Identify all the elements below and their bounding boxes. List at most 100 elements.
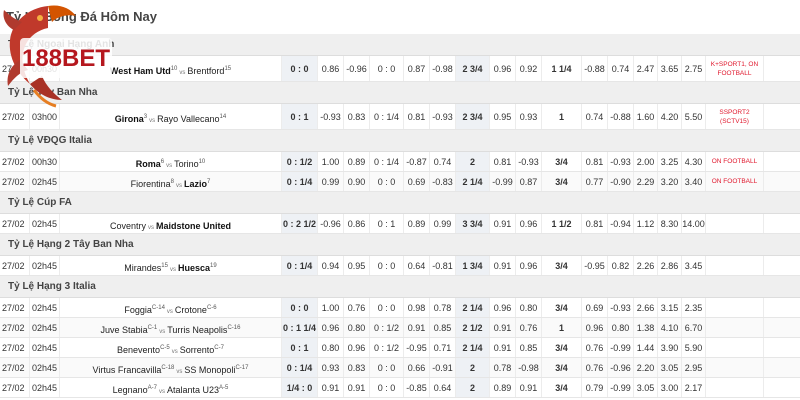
odds-cell-o2[interactable]: -0.87: [404, 152, 430, 171]
odds-cell-o2[interactable]: 0.91: [404, 318, 430, 337]
away-team-name[interactable]: Maidstone United: [156, 221, 231, 231]
odds-cell-o3[interactable]: -0.98: [430, 56, 456, 81]
row-action-cell[interactable]: [764, 256, 800, 275]
odds-cell-f2[interactable]: -0.95: [582, 256, 608, 275]
tv-channel[interactable]: [706, 378, 764, 397]
odds-cell-t1[interactable]: 2 3/4: [456, 56, 490, 81]
odds-cell-h3[interactable]: 0.95: [344, 256, 370, 275]
odds-cell-f3[interactable]: -0.99: [608, 338, 634, 357]
odds-cell-t1[interactable]: 3 3/4: [456, 214, 490, 233]
odds-cell-x1[interactable]: 1.38: [634, 318, 658, 337]
home-team-name[interactable]: Mirandes: [124, 263, 161, 273]
odds-cell-f3[interactable]: 0.82: [608, 256, 634, 275]
odds-cell-h1[interactable]: 0 : 1: [282, 104, 318, 129]
odds-cell-o3[interactable]: 0.64: [430, 378, 456, 397]
row-action-cell[interactable]: [764, 378, 800, 397]
odds-cell-o1[interactable]: 0 : 0: [370, 358, 404, 377]
odds-cell-o1[interactable]: 0 : 1: [370, 214, 404, 233]
match-teams[interactable]: Juve StabiaC-1vs Turris NeapolisC-16: [60, 318, 282, 337]
away-team-name[interactable]: Lazio: [184, 179, 207, 189]
odds-cell-x1[interactable]: 1.44: [634, 338, 658, 357]
odds-cell-o2[interactable]: -0.95: [404, 338, 430, 357]
odds-cell-t1[interactable]: 2: [456, 152, 490, 171]
odds-cell-x1[interactable]: 2.29: [634, 172, 658, 191]
row-action-cell[interactable]: [764, 358, 800, 377]
away-team-name[interactable]: Torino: [174, 159, 199, 169]
odds-cell-x2[interactable]: 4.20: [658, 104, 682, 129]
home-team-name[interactable]: Girona: [115, 114, 144, 124]
away-team-name[interactable]: Rayo Vallecano: [157, 114, 219, 124]
odds-cell-h2[interactable]: 1.00: [318, 152, 344, 171]
match-teams[interactable]: FoggiaC-14vs CrotoneC-6: [60, 298, 282, 317]
odds-cell-f2[interactable]: 0.79: [582, 378, 608, 397]
odds-cell-h1[interactable]: 0 : 0: [282, 56, 318, 81]
odds-cell-h2[interactable]: -0.96: [318, 214, 344, 233]
match-teams[interactable]: Coventry vs Maidstone United: [60, 214, 282, 233]
odds-cell-f3[interactable]: -0.93: [608, 152, 634, 171]
odds-cell-f3[interactable]: -0.88: [608, 104, 634, 129]
odds-cell-f3[interactable]: -0.96: [608, 358, 634, 377]
odds-cell-o3[interactable]: -0.91: [430, 358, 456, 377]
odds-cell-f2[interactable]: 0.81: [582, 152, 608, 171]
odds-cell-o2[interactable]: 0.81: [404, 104, 430, 129]
odds-cell-x3[interactable]: 2.35: [682, 298, 706, 317]
odds-cell-x3[interactable]: 14.00: [682, 214, 706, 233]
odds-cell-o3[interactable]: 0.71: [430, 338, 456, 357]
odds-cell-x2[interactable]: 8.30: [658, 214, 682, 233]
odds-cell-t1[interactable]: 2: [456, 378, 490, 397]
odds-cell-t2[interactable]: 0.89: [490, 378, 516, 397]
odds-cell-f3[interactable]: -0.94: [608, 214, 634, 233]
odds-cell-o3[interactable]: 0.85: [430, 318, 456, 337]
odds-cell-f1[interactable]: 3/4: [542, 378, 582, 397]
odds-cell-o1[interactable]: 0 : 0: [370, 56, 404, 81]
odds-cell-o1[interactable]: 0 : 0: [370, 298, 404, 317]
match-teams[interactable]: Mirandes15vs Huesca19: [60, 256, 282, 275]
home-team-name[interactable]: Coventry: [110, 221, 146, 231]
odds-cell-h2[interactable]: 1.00: [318, 298, 344, 317]
home-team-name[interactable]: West Ham Utd: [110, 66, 171, 76]
odds-cell-t3[interactable]: 0.93: [516, 104, 542, 129]
odds-cell-f2[interactable]: -0.88: [582, 56, 608, 81]
odds-cell-x3[interactable]: 3.45: [682, 256, 706, 275]
odds-cell-o1[interactable]: 0 : 1/4: [370, 152, 404, 171]
odds-cell-f2[interactable]: 0.76: [582, 358, 608, 377]
odds-cell-f1[interactable]: 3/4: [542, 338, 582, 357]
odds-cell-t2[interactable]: 0.96: [490, 298, 516, 317]
odds-cell-f1[interactable]: 1: [542, 318, 582, 337]
odds-cell-f2[interactable]: 0.77: [582, 172, 608, 191]
odds-cell-h2[interactable]: 0.96: [318, 318, 344, 337]
odds-cell-t2[interactable]: 0.78: [490, 358, 516, 377]
odds-cell-o3[interactable]: 0.99: [430, 214, 456, 233]
odds-cell-o1[interactable]: 0 : 0: [370, 172, 404, 191]
odds-cell-x3[interactable]: 6.70: [682, 318, 706, 337]
row-action-cell[interactable]: [764, 172, 800, 191]
row-action-cell[interactable]: [764, 104, 800, 129]
odds-cell-h1[interactable]: 0 : 1: [282, 338, 318, 357]
row-action-cell[interactable]: [764, 152, 800, 171]
odds-cell-h3[interactable]: 0.86: [344, 214, 370, 233]
row-action-cell[interactable]: [764, 298, 800, 317]
odds-cell-h3[interactable]: 0.80: [344, 318, 370, 337]
odds-cell-t2[interactable]: -0.99: [490, 172, 516, 191]
odds-cell-t1[interactable]: 1 3/4: [456, 256, 490, 275]
odds-cell-t2[interactable]: 0.91: [490, 318, 516, 337]
odds-cell-f3[interactable]: -0.93: [608, 298, 634, 317]
odds-cell-t2[interactable]: 0.91: [490, 214, 516, 233]
odds-cell-h1[interactable]: 0 : 1/2: [282, 152, 318, 171]
home-team-name[interactable]: Legnano: [113, 385, 148, 395]
odds-cell-h3[interactable]: 0.83: [344, 104, 370, 129]
odds-cell-h2[interactable]: 0.80: [318, 338, 344, 357]
odds-cell-h2[interactable]: -0.93: [318, 104, 344, 129]
league-header[interactable]: Tỷ Lệ Hạng 3 Italia: [0, 276, 800, 298]
odds-cell-o1[interactable]: 0 : 0: [370, 256, 404, 275]
odds-cell-t3[interactable]: -0.93: [516, 152, 542, 171]
odds-cell-t1[interactable]: 2 1/4: [456, 172, 490, 191]
odds-cell-t2[interactable]: 0.91: [490, 256, 516, 275]
odds-cell-x2[interactable]: 3.15: [658, 298, 682, 317]
odds-cell-x1[interactable]: 1.60: [634, 104, 658, 129]
odds-cell-f3[interactable]: 0.80: [608, 318, 634, 337]
odds-cell-h1[interactable]: 0 : 0: [282, 298, 318, 317]
row-action-cell[interactable]: [764, 318, 800, 337]
row-action-cell[interactable]: [764, 214, 800, 233]
home-team-name[interactable]: Benevento: [117, 345, 160, 355]
